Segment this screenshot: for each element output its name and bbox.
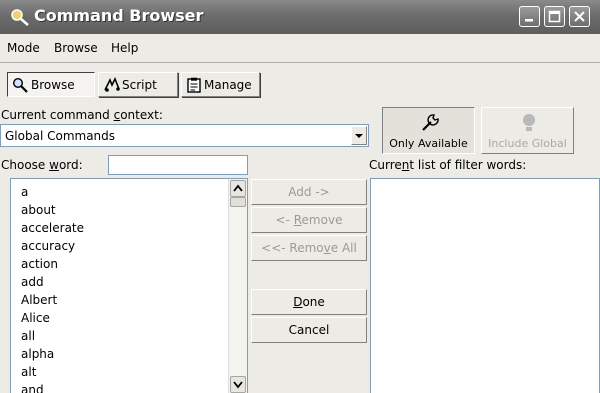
wrench-icon — [422, 114, 439, 131]
include-global-label: Include Global — [488, 137, 567, 150]
maximize-icon — [548, 10, 561, 23]
window-title: Command Browser — [34, 6, 204, 25]
list-item[interactable]: Alice — [21, 311, 50, 325]
list-item[interactable]: alpha — [21, 347, 54, 361]
list-item[interactable]: a — [21, 185, 28, 199]
close-button[interactable] — [569, 6, 590, 27]
close-icon — [574, 11, 585, 22]
word-list[interactable]: a about accelerate accuracy action add A… — [10, 178, 248, 393]
command-browser-window: Command Browser Mode Browse Help Browse — [0, 0, 600, 393]
globe-icon — [523, 114, 535, 131]
add-button[interactable]: Add -> — [251, 179, 367, 205]
word-list-scrollbar[interactable] — [228, 179, 247, 393]
list-item[interactable]: action — [21, 257, 58, 271]
context-value: Global Commands — [5, 129, 116, 143]
filter-label: Current list of filter words: — [369, 158, 527, 172]
tab-browse[interactable]: Browse — [7, 72, 95, 97]
scroll-up-button[interactable] — [230, 180, 246, 197]
app-icon — [11, 9, 29, 26]
scroll-down-button[interactable] — [230, 376, 246, 393]
only-available-label: Only Available — [389, 137, 468, 150]
maximize-button[interactable] — [544, 6, 565, 27]
clipboard-icon — [187, 77, 201, 93]
include-global-button[interactable]: Include Global — [481, 107, 574, 154]
filter-word-list[interactable] — [370, 178, 600, 393]
minimize-icon — [525, 19, 533, 22]
menu-help[interactable]: Help — [111, 41, 138, 55]
scroll-thumb[interactable] — [230, 197, 246, 207]
list-item[interactable]: alt — [21, 365, 36, 379]
menu-bar: Mode Browse Help — [0, 34, 600, 63]
magnifier-icon — [12, 77, 28, 93]
tab-browse-label: Browse — [31, 78, 75, 92]
minimize-button[interactable] — [519, 6, 540, 27]
remove-all-button[interactable]: <<- Remove All — [251, 235, 367, 261]
mode-toolbar: Browse Script Manage — [0, 63, 600, 103]
tab-script-label: Script — [122, 78, 157, 92]
list-item[interactable]: about — [21, 203, 56, 217]
context-select[interactable]: Global Commands — [0, 124, 369, 147]
chevron-up-icon — [233, 184, 243, 192]
action-button-column: Add -> <- Remove <<- Remove All Done Can… — [248, 178, 370, 393]
script-icon — [104, 77, 120, 92]
word-label: Choose word: — [1, 158, 83, 172]
tab-script[interactable]: Script — [98, 72, 178, 97]
title-bar[interactable]: Command Browser — [0, 0, 600, 35]
remove-button[interactable]: <- Remove — [251, 207, 367, 233]
tab-manage-label: Manage — [204, 78, 252, 92]
tab-manage[interactable]: Manage — [181, 72, 260, 97]
context-label: Current command context: — [1, 108, 163, 122]
chevron-down-icon — [355, 134, 363, 138]
menu-mode[interactable]: Mode — [7, 41, 40, 55]
list-item[interactable]: accelerate — [21, 221, 84, 235]
done-button[interactable]: Done — [251, 289, 367, 315]
list-item[interactable]: Albert — [21, 293, 57, 307]
list-item[interactable]: and — [21, 383, 44, 393]
list-item[interactable]: add — [21, 275, 44, 289]
menu-browse[interactable]: Browse — [54, 41, 98, 55]
only-available-button[interactable]: Only Available — [382, 107, 475, 154]
word-input[interactable] — [108, 155, 248, 175]
chevron-down-icon — [233, 381, 243, 389]
cancel-button[interactable]: Cancel — [251, 317, 367, 343]
list-item[interactable]: accuracy — [21, 239, 75, 253]
list-item[interactable]: all — [21, 329, 35, 343]
context-dropdown-button[interactable] — [351, 126, 367, 145]
